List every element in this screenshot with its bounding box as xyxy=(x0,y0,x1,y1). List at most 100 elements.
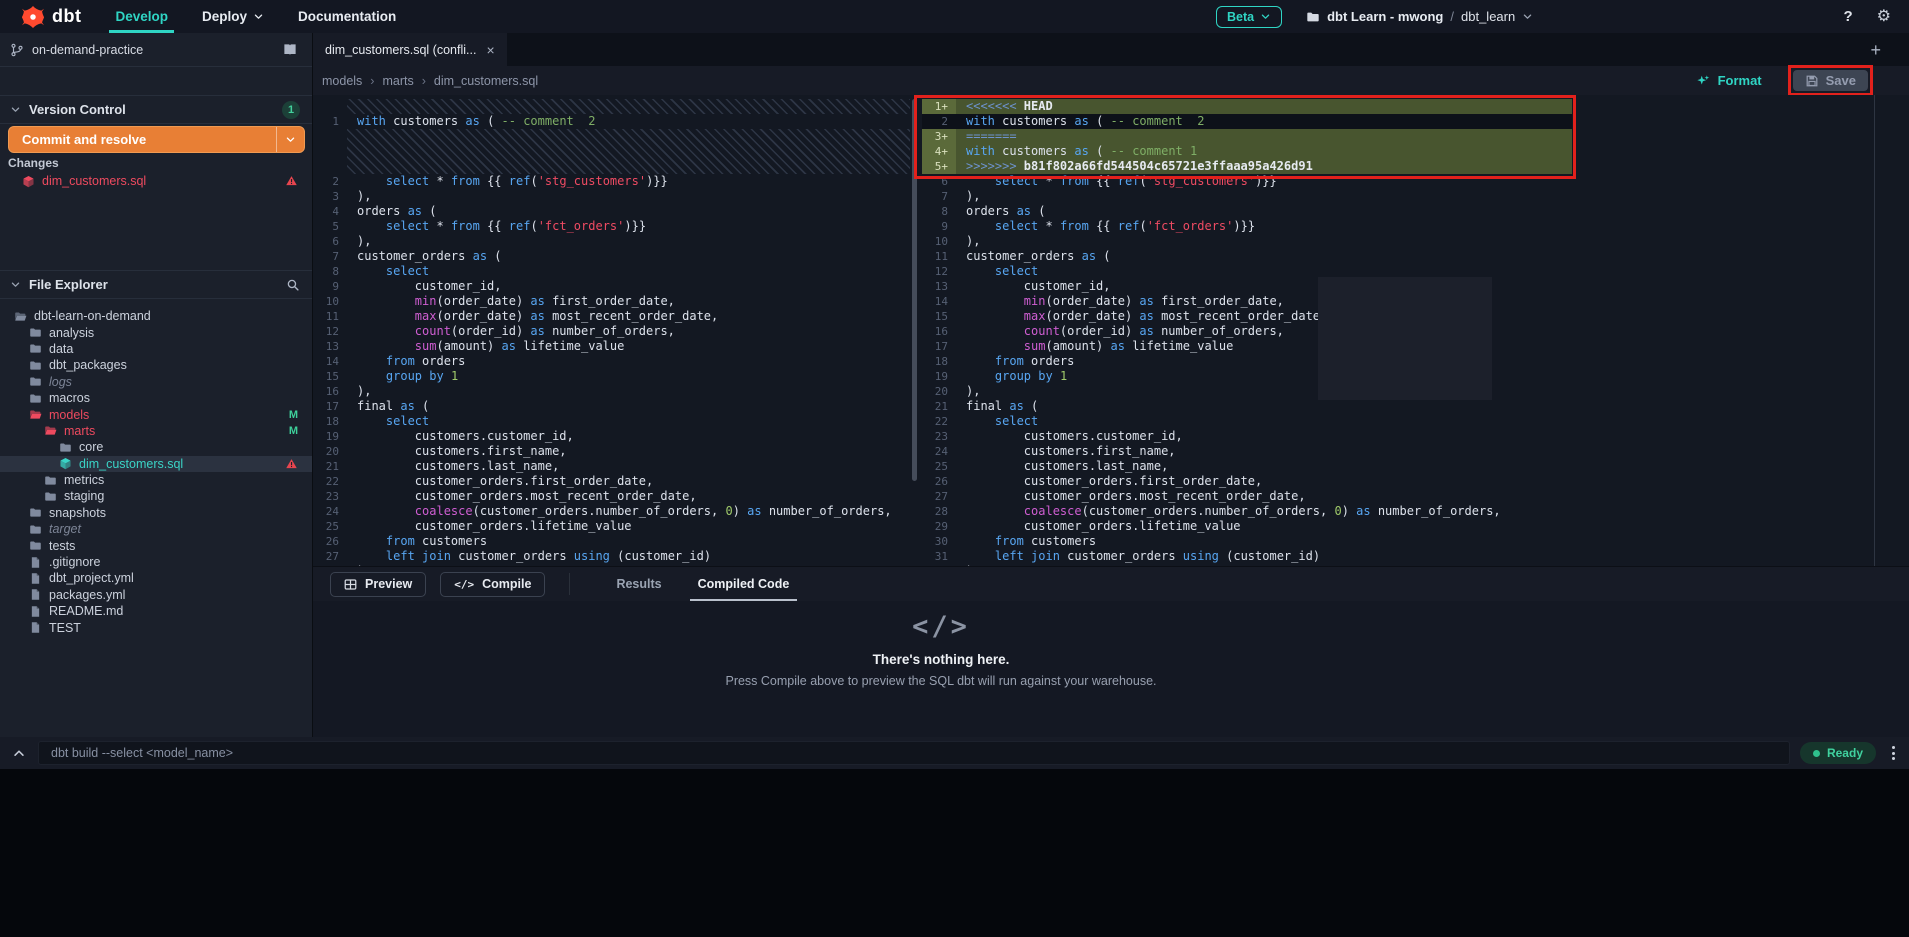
code-line[interactable]: 1with customers as ( -- comment 2 xyxy=(313,114,910,129)
code-line[interactable]: 21 customers.last_name, xyxy=(313,459,910,474)
breadcrumb-item[interactable]: models xyxy=(322,74,362,88)
tree-item-data[interactable]: data xyxy=(0,341,312,357)
code-line[interactable]: 14 from orders xyxy=(313,354,910,369)
code-line[interactable]: 5 select * from {{ ref('fct_orders')}} xyxy=(313,219,910,234)
code-line[interactable]: 9 customer_id, xyxy=(313,279,910,294)
chevron-up-icon[interactable] xyxy=(0,746,38,760)
code-line[interactable]: 5+>>>>>>> b81f802a66fd544504c65721e3ffaa… xyxy=(922,159,1909,174)
command-input[interactable] xyxy=(38,741,1790,765)
tree-item-dim_customers.sql[interactable]: dim_customers.sql xyxy=(0,456,312,472)
commit-dropdown-caret[interactable] xyxy=(276,127,304,152)
code-line[interactable]: 25 customer_orders.lifetime_value xyxy=(313,519,910,534)
code-line[interactable]: 3), xyxy=(313,189,910,204)
code-line[interactable]: 12 count(order_id) as number_of_orders, xyxy=(313,324,910,339)
beta-dropdown[interactable]: Beta xyxy=(1216,6,1282,28)
code-line[interactable]: 22 customer_orders.first_order_date, xyxy=(313,474,910,489)
code-line[interactable]: 24 customers.first_name, xyxy=(922,444,1909,459)
breadcrumb-item[interactable]: dim_customers.sql xyxy=(434,74,538,88)
tree-item-metrics[interactable]: metrics xyxy=(0,472,312,488)
format-button[interactable]: Format xyxy=(1696,73,1762,88)
code-line[interactable]: 29 customer_orders.lifetime_value xyxy=(922,519,1909,534)
code-line[interactable]: 2with customers as ( -- comment 2 xyxy=(922,114,1909,129)
editor-pane-local[interactable]: 1with customers as ( -- comment 2 2 selec… xyxy=(313,95,910,566)
file-explorer-header[interactable]: File Explorer xyxy=(0,270,312,299)
tree-item-.gitignore[interactable]: .gitignore xyxy=(0,554,312,570)
tree-item-target[interactable]: target xyxy=(0,521,312,537)
code-line[interactable]: 17final as ( xyxy=(313,399,910,414)
code-line[interactable]: 8 select xyxy=(313,264,910,279)
code-line[interactable]: 15 group by 1 xyxy=(313,369,910,384)
code-line[interactable]: 30 from customers xyxy=(922,534,1909,549)
code-line[interactable]: 2 select * from {{ ref('stg_customers')}… xyxy=(313,174,910,189)
nav-item-develop[interactable]: Develop xyxy=(115,0,168,33)
tree-item-macros[interactable]: macros xyxy=(0,390,312,406)
docs-book-icon[interactable] xyxy=(282,42,298,57)
tab-results[interactable]: Results xyxy=(616,567,661,602)
code-line[interactable]: 6), xyxy=(313,234,910,249)
code-line[interactable]: 26 customer_orders.first_order_date, xyxy=(922,474,1909,489)
tree-item-analysis[interactable]: analysis xyxy=(0,324,312,340)
code-line[interactable]: 3+======= xyxy=(922,129,1909,144)
save-button[interactable]: Save xyxy=(1793,70,1868,91)
new-tab-icon[interactable]: + xyxy=(1870,40,1881,61)
code-line[interactable]: 8orders as ( xyxy=(922,204,1909,219)
tree-item-tests[interactable]: tests xyxy=(0,537,312,553)
editor-scrollbar[interactable] xyxy=(912,99,917,481)
compile-button[interactable]: </> Compile xyxy=(440,572,545,597)
tree-item-TEST[interactable]: TEST xyxy=(0,619,312,635)
tree-item-marts[interactable]: martsM xyxy=(0,423,312,439)
code-line[interactable]: 18 select xyxy=(313,414,910,429)
code-line[interactable]: 4+with customers as ( -- comment 1 xyxy=(922,144,1909,159)
code-line[interactable]: 23 customers.customer_id, xyxy=(922,429,1909,444)
code-line[interactable]: 26 from customers xyxy=(313,534,910,549)
gear-icon[interactable]: ⚙ xyxy=(1877,9,1891,25)
kebab-menu-icon[interactable] xyxy=(1888,744,1899,762)
tree-item-models[interactable]: modelsM xyxy=(0,406,312,422)
tree-item-snapshots[interactable]: snapshots xyxy=(0,505,312,521)
help-icon[interactable]: ? xyxy=(1843,8,1852,25)
code-line[interactable]: 4orders as ( xyxy=(313,204,910,219)
code-line[interactable]: 16), xyxy=(313,384,910,399)
tree-item-core[interactable]: core xyxy=(0,439,312,455)
code-line[interactable]: 10 min(order_date) as first_order_date, xyxy=(313,294,910,309)
tree-item-dbt_project.yml[interactable]: dbt_project.yml xyxy=(0,570,312,586)
code-line[interactable]: 27 customer_orders.most_recent_order_dat… xyxy=(922,489,1909,504)
nav-item-documentation[interactable]: Documentation xyxy=(298,0,396,33)
code-line[interactable]: 28 coalesce(customer_orders.number_of_or… xyxy=(922,504,1909,519)
tree-item-logs[interactable]: logs xyxy=(0,374,312,390)
code-line[interactable]: 23 customer_orders.most_recent_order_dat… xyxy=(313,489,910,504)
code-line[interactable]: 10), xyxy=(922,234,1909,249)
code-line[interactable]: 7customer_orders as ( xyxy=(313,249,910,264)
changed-file-row[interactable]: dim_customers.sql xyxy=(0,172,312,190)
code-line[interactable]: 22 select xyxy=(922,414,1909,429)
nav-item-deploy[interactable]: Deploy xyxy=(202,0,264,33)
code-line[interactable]: 9 select * from {{ ref('fct_orders')}} xyxy=(922,219,1909,234)
account-project-switcher[interactable]: dbt Learn - mwong / dbt_learn xyxy=(1306,9,1533,24)
code-line[interactable]: 19 customers.customer_id, xyxy=(313,429,910,444)
search-icon[interactable] xyxy=(286,278,300,292)
code-line[interactable]: 25 customers.last_name, xyxy=(922,459,1909,474)
editor-tab[interactable]: dim_customers.sql (confli... × xyxy=(313,33,507,66)
breadcrumb-item[interactable]: marts xyxy=(382,74,413,88)
code-line[interactable]: 11 max(order_date) as most_recent_order_… xyxy=(313,309,910,324)
tree-item-packages.yml[interactable]: packages.yml xyxy=(0,587,312,603)
tree-item-dbt_packages[interactable]: dbt_packages xyxy=(0,357,312,373)
code-line[interactable]: 13 sum(amount) as lifetime_value xyxy=(313,339,910,354)
code-line[interactable]: 21final as ( xyxy=(922,399,1909,414)
tree-item-dbt-learn-on-demand[interactable]: dbt-learn-on-demand xyxy=(0,308,312,324)
branch-row[interactable]: on-demand-practice xyxy=(0,33,312,67)
tab-compiled-code[interactable]: Compiled Code xyxy=(698,567,790,602)
code-line[interactable]: 7), xyxy=(922,189,1909,204)
tree-item-staging[interactable]: staging xyxy=(0,488,312,504)
code-line[interactable]: 27 left join customer_orders using (cust… xyxy=(313,549,910,564)
tree-item-README.md[interactable]: README.md xyxy=(0,603,312,619)
code-line[interactable]: 31 left join customer_orders using (cust… xyxy=(922,549,1909,564)
code-line[interactable]: 6 select * from {{ ref('stg_customers')}… xyxy=(922,174,1909,189)
commit-and-resolve-button[interactable]: Commit and resolve xyxy=(8,126,305,153)
preview-button[interactable]: Preview xyxy=(330,572,426,597)
dbt-logo[interactable]: dbt xyxy=(0,0,103,33)
code-line[interactable]: 24 coalesce(customer_orders.number_of_or… xyxy=(313,504,910,519)
version-control-header[interactable]: Version Control 1 xyxy=(0,95,312,124)
code-line[interactable]: 1+<<<<<<< HEAD xyxy=(922,99,1909,114)
code-line[interactable]: 20 customers.first_name, xyxy=(313,444,910,459)
